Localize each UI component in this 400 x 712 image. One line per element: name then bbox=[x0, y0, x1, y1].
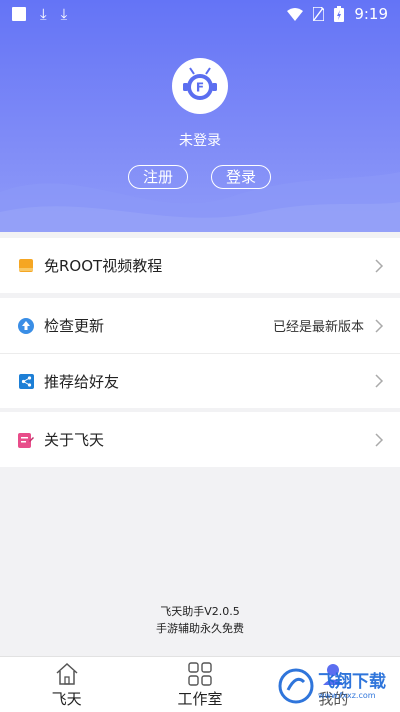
menu-group-tutorial: 免ROOT视频教程 bbox=[0, 238, 400, 293]
chevron-right-icon bbox=[375, 432, 384, 447]
menu-item-about[interactable]: 关于飞天 bbox=[0, 412, 400, 467]
share-icon bbox=[18, 373, 34, 389]
video-book-icon bbox=[18, 258, 34, 274]
register-button[interactable]: 注册 bbox=[128, 165, 188, 189]
menu-item-label: 检查更新 bbox=[44, 317, 105, 335]
tab-label: 飞天 bbox=[51, 690, 82, 708]
menu-group-app: 检查更新 已经是最新版本 推荐给好友 bbox=[0, 298, 400, 408]
watermark-url: www.fxxz.com bbox=[318, 690, 376, 700]
watermark: 飞翔下载 www.fxxz.com bbox=[278, 664, 396, 708]
chevron-right-icon bbox=[375, 258, 384, 273]
wifi-icon bbox=[287, 7, 304, 21]
svg-text:F: F bbox=[196, 81, 204, 95]
chevron-right-icon bbox=[375, 318, 384, 333]
login-button[interactable]: 登录 bbox=[211, 165, 271, 189]
update-status-text: 已经是最新版本 bbox=[272, 320, 364, 335]
username-label: 未登录 bbox=[179, 133, 221, 149]
version-info: 飞天助手V2.0.5 手游辅助永久免费 bbox=[0, 603, 400, 637]
profile-header: F 未登录 注册 登录 bbox=[0, 0, 400, 232]
battery-charging-icon bbox=[334, 6, 345, 22]
no-sim-icon bbox=[313, 7, 325, 21]
menu-item-label: 推荐给好友 bbox=[44, 372, 120, 391]
header-wave-decoration bbox=[0, 172, 400, 232]
menu-item-tutorial[interactable]: 免ROOT视频教程 bbox=[0, 238, 400, 293]
status-bar: ⤓ ⤓ 9:19 bbox=[0, 0, 400, 28]
upload-arrow-icon bbox=[18, 317, 34, 334]
clock-text: 9:19 bbox=[354, 5, 388, 23]
download-icon: ⤓ bbox=[60, 4, 68, 23]
menu-item-share[interactable]: 推荐给好友 bbox=[0, 353, 400, 408]
tab-home[interactable]: 飞天 bbox=[0, 657, 133, 712]
tab-label: 工作室 bbox=[177, 690, 223, 708]
chevron-right-icon bbox=[375, 374, 384, 388]
menu-item-label: 关于飞天 bbox=[44, 431, 105, 449]
edit-note-icon bbox=[18, 432, 34, 448]
menu-item-check-update[interactable]: 检查更新 已经是最新版本 bbox=[0, 298, 400, 353]
watermark-logo-icon bbox=[278, 668, 314, 704]
watermark-title: 飞翔下载 bbox=[318, 671, 386, 692]
menu-item-label: 免ROOT视频教程 bbox=[44, 257, 163, 275]
avatar[interactable]: F bbox=[172, 58, 228, 114]
tab-studio[interactable]: 工作室 bbox=[133, 657, 266, 712]
menu-group-about: 关于飞天 bbox=[0, 412, 400, 467]
notification-square-icon bbox=[12, 7, 26, 21]
download-icon: ⤓ bbox=[40, 4, 47, 23]
version-text: 飞天助手V2.0.5 bbox=[160, 605, 240, 618]
grid-icon bbox=[188, 662, 212, 686]
robot-logo-icon: F bbox=[183, 67, 217, 100]
home-icon bbox=[56, 662, 78, 685]
tagline-text: 手游辅助永久免费 bbox=[156, 622, 244, 635]
